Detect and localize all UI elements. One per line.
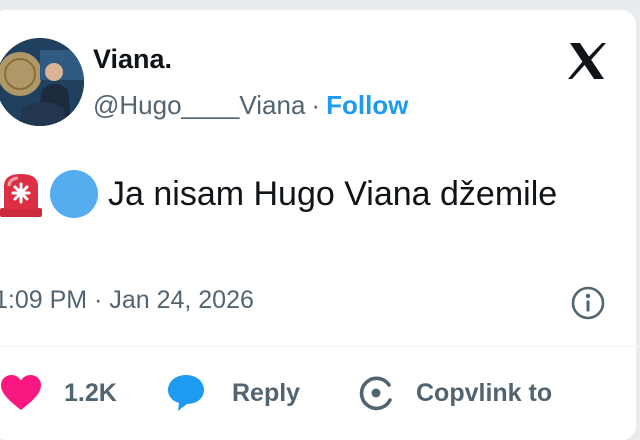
link-icon <box>359 376 392 411</box>
blue-circle-icon <box>50 170 98 218</box>
x-logo-icon[interactable] <box>566 40 608 82</box>
copy-link-label: Copvlink to <box>416 378 553 407</box>
like-button[interactable]: 1.2K <box>0 368 117 418</box>
tweet-body: Ja nisam Hugo Viana džemile <box>0 166 557 222</box>
tweet-timestamp[interactable]: 1:09 PM · Jan 24, 2026 <box>0 286 254 315</box>
separator-dot: · <box>311 90 321 120</box>
police-car-light-icon <box>0 174 42 217</box>
author-handle[interactable]: @Hugo____Viana <box>93 90 305 120</box>
avatar[interactable] <box>0 38 84 126</box>
tweet-text: Ja nisam Hugo Viana džemile <box>108 174 558 213</box>
copy-link-button[interactable]: Copvlink to <box>356 368 552 418</box>
reply-button[interactable]: Reply <box>166 368 300 418</box>
heart-icon <box>1 375 41 410</box>
author-handle-row: @Hugo____Viana · Follow <box>93 90 408 121</box>
like-count: 1.2K <box>64 378 117 407</box>
reply-label: Reply <box>232 378 301 407</box>
divider <box>0 346 640 347</box>
author-display-name[interactable]: Viana. <box>93 44 172 75</box>
follow-button[interactable]: Follow <box>326 90 408 120</box>
info-icon[interactable] <box>570 285 606 321</box>
action-bar: 1.2K Reply Copvlink to <box>0 368 640 418</box>
reply-bubble-icon <box>168 375 204 411</box>
